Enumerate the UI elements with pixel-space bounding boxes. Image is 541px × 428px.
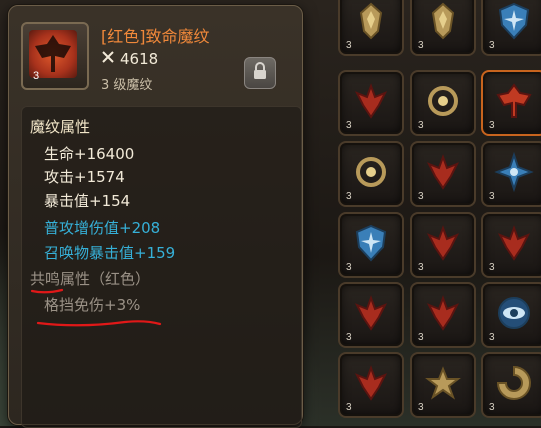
rune-slot[interactable]: 3 bbox=[410, 0, 476, 56]
rune-level: 3 bbox=[346, 191, 352, 202]
golden-swirl-rune-icon bbox=[348, 149, 394, 195]
golden-mask-rune-icon bbox=[348, 0, 394, 44]
lock-icon bbox=[252, 62, 268, 84]
blue-star-rune-icon bbox=[491, 149, 537, 195]
rune-slot[interactable]: 3 bbox=[338, 141, 404, 207]
red-wing-rune-icon bbox=[420, 220, 466, 266]
rune-slot[interactable]: 3 bbox=[338, 352, 404, 418]
red-wing-rune-icon bbox=[348, 360, 394, 406]
golden-swirl-rune-icon bbox=[420, 78, 466, 124]
power-row: 4618 bbox=[101, 50, 158, 68]
rune-level: 3 bbox=[489, 332, 495, 343]
blue-shield-rune-icon bbox=[491, 0, 537, 44]
rune-level: 3 bbox=[418, 191, 424, 202]
rune-slot[interactable]: 3 bbox=[338, 282, 404, 348]
stat-normal-attack-bonus: 普攻增伤值+208 bbox=[44, 219, 161, 237]
golden-flower-rune-icon bbox=[420, 360, 466, 406]
red-wing-rune-icon bbox=[420, 290, 466, 336]
rune-slot[interactable]: 3 bbox=[481, 282, 541, 348]
rune-level-text: 3 级魔纹 bbox=[101, 78, 153, 93]
rune-slot[interactable]: 3 bbox=[481, 212, 541, 278]
red-wing-rune-icon bbox=[420, 149, 466, 195]
rune-slot[interactable]: 3 bbox=[410, 352, 476, 418]
rune-level: 3 bbox=[346, 120, 352, 131]
rune-slot[interactable]: 3 bbox=[410, 70, 476, 136]
rune-level: 3 bbox=[346, 402, 352, 413]
red-wing-rune-icon bbox=[348, 290, 394, 336]
red-axe-rune-icon bbox=[491, 78, 537, 124]
rune-level: 3 bbox=[346, 332, 352, 343]
rune-slot[interactable]: 3 bbox=[481, 352, 541, 418]
rune-level: 3 bbox=[418, 120, 424, 131]
rune-level: 3 bbox=[489, 120, 495, 131]
stat-crit: 暴击值+154 bbox=[44, 192, 131, 210]
stat-summon-crit: 召唤物暴击值+159 bbox=[44, 244, 176, 262]
rune-level: 3 bbox=[489, 40, 495, 51]
rune-slot[interactable]: 3 bbox=[410, 282, 476, 348]
rune-level: 3 bbox=[346, 262, 352, 273]
blue-eye-rune-icon bbox=[491, 290, 537, 336]
rune-slot[interactable]: 3 bbox=[481, 141, 541, 207]
item-icon-frame: 3 bbox=[21, 22, 89, 90]
red-wing-rune-icon bbox=[491, 220, 537, 266]
stat-hp: 生命+16400 bbox=[44, 145, 135, 163]
rune-slot-selected[interactable]: 3 bbox=[481, 70, 541, 136]
lock-button[interactable] bbox=[244, 57, 276, 89]
rune-slot[interactable]: 3 bbox=[410, 141, 476, 207]
power-value: 4618 bbox=[120, 50, 159, 68]
crossed-swords-icon bbox=[101, 50, 115, 68]
rune-level: 3 bbox=[489, 262, 495, 273]
rune-level: 3 bbox=[418, 262, 424, 273]
rune-title: [红色]致命魔纹 bbox=[101, 27, 210, 46]
resonance-title: 共鸣属性（红色） bbox=[30, 270, 151, 288]
rune-level: 3 bbox=[489, 402, 495, 413]
rune-slot[interactable]: 3 bbox=[338, 70, 404, 136]
red-wing-rune-icon bbox=[348, 78, 394, 124]
rune-inventory-grid: 3 3 3 3 3 3 3 3 3 3 3 3 3 3 3 3 3 3 bbox=[333, 0, 541, 426]
item-level: 3 bbox=[33, 70, 40, 82]
rune-level: 3 bbox=[489, 191, 495, 202]
rune-level: 3 bbox=[418, 332, 424, 343]
section-title: 魔纹属性 bbox=[30, 118, 91, 136]
blue-shield-rune-icon bbox=[348, 220, 394, 266]
rune-slot[interactable]: 3 bbox=[338, 0, 404, 56]
resonance-value: 格挡免伤+3% bbox=[44, 296, 141, 314]
rune-slot[interactable]: 3 bbox=[481, 0, 541, 56]
golden-mask-rune-icon bbox=[420, 0, 466, 44]
rune-level: 3 bbox=[418, 40, 424, 51]
golden-spiral-rune-icon bbox=[491, 360, 537, 406]
rune-level: 3 bbox=[346, 40, 352, 51]
rune-slot[interactable]: 3 bbox=[410, 212, 476, 278]
rune-slot[interactable]: 3 bbox=[338, 212, 404, 278]
rune-level: 3 bbox=[418, 402, 424, 413]
stat-attack: 攻击+1574 bbox=[44, 168, 125, 186]
